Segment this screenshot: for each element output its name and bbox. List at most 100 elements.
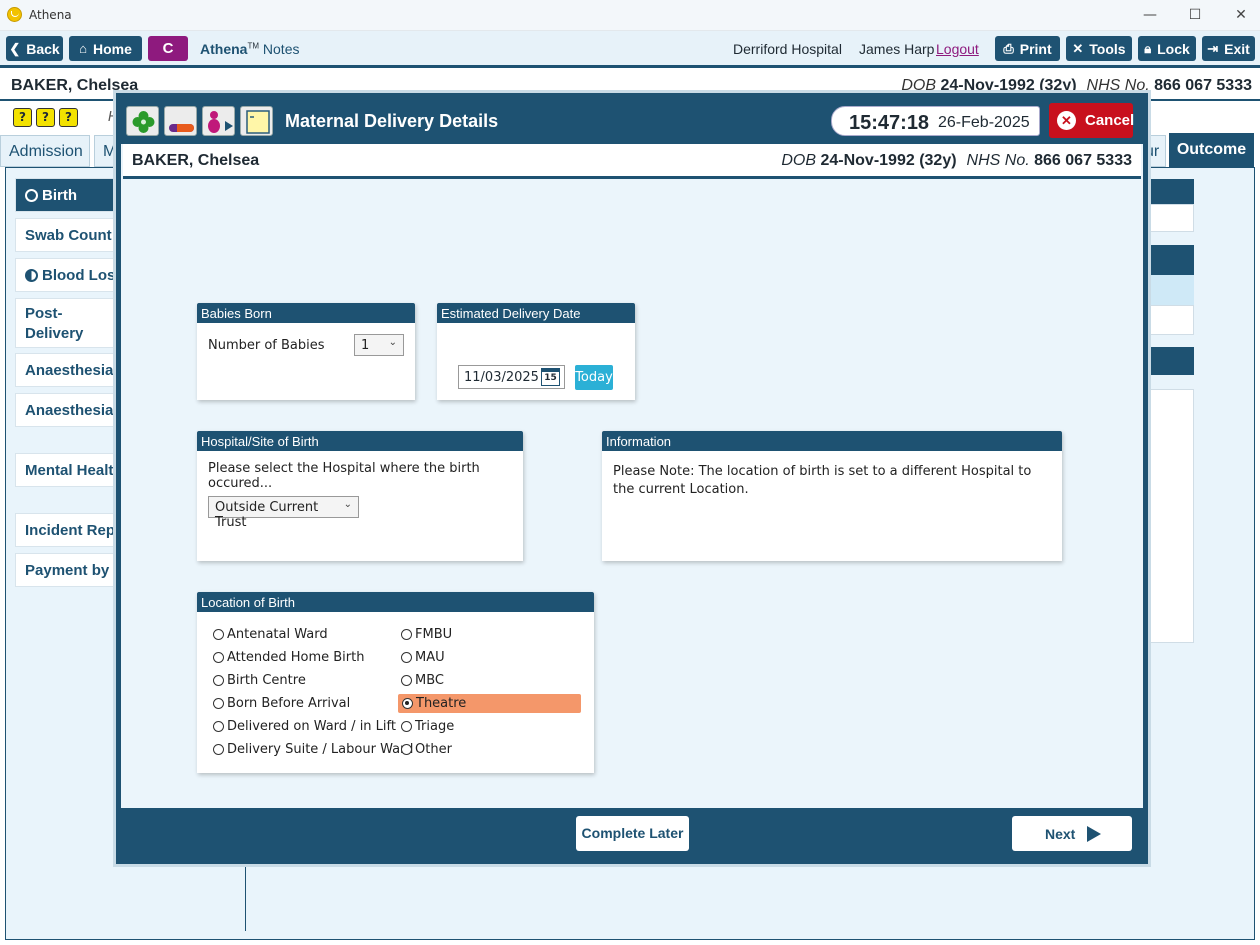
cancel-button[interactable]: ✕ Cancel <box>1049 103 1134 138</box>
user-name: James Harp <box>859 41 935 57</box>
arrow-right-icon <box>1087 826 1101 842</box>
minimize-button[interactable]: — <box>1139 5 1161 25</box>
panel-header: Location of Birth <box>197 592 594 612</box>
home-button[interactable]: ⌂ Home <box>69 36 142 61</box>
location-option-mbc[interactable]: MBC <box>401 671 444 690</box>
help-list-icon[interactable]: ? <box>13 108 32 127</box>
help-icon[interactable]: ? <box>36 108 55 127</box>
radio-icon <box>401 675 412 686</box>
radio-icon <box>213 744 224 755</box>
today-button[interactable]: Today <box>575 365 613 390</box>
maximize-button[interactable]: ☐ <box>1184 5 1206 25</box>
sidebar-item-anaesthesia-f[interactable]: Anaesthesia F <box>15 393 125 427</box>
patient-details: DOB 24-Nov-1992 (32y) NHS No. 866 067 533… <box>781 152 1132 169</box>
location-option-theatre[interactable]: Theatre <box>398 694 581 713</box>
tools-button[interactable]: ✕ Tools <box>1066 36 1132 61</box>
current-date: 26-Feb-2025 <box>938 114 1030 131</box>
radio-icon <box>401 721 412 732</box>
clock-display: 15:47:18 26-Feb-2025 <box>831 106 1040 136</box>
sidebar-item-incident-report[interactable]: Incident Repo <box>15 513 125 547</box>
lock-button[interactable]: 🔒︎ Lock <box>1138 36 1196 61</box>
home-icon: ⌂ <box>79 41 87 56</box>
estimated-delivery-date-input[interactable]: 11/03/2025 15 <box>458 365 565 389</box>
bg-panel-header <box>1146 179 1194 204</box>
location-option-antenatal-ward[interactable]: Antenatal Ward <box>213 625 328 644</box>
location-option-birth-centre[interactable]: Birth Centre <box>213 671 306 690</box>
divider <box>245 858 246 931</box>
lock-icon: 🔒︎ <box>1144 40 1152 56</box>
sidebar-item-blood-loss[interactable]: Blood Loss <box>15 258 125 292</box>
bg-panel-body <box>1146 204 1194 232</box>
hospital-site-select[interactable]: Outside Current Trust ⌄ <box>208 496 359 530</box>
radio-icon <box>401 744 412 755</box>
bg-panel-header <box>1146 245 1194 275</box>
sidebar-item-anaesthesia-in[interactable]: Anaesthesia In <box>15 353 125 387</box>
location-option-attended-home-birth[interactable]: Attended Home Birth <box>213 648 364 667</box>
chevron-down-icon: ⌄ <box>388 337 397 348</box>
patient-name: BAKER, Chelsea <box>132 152 260 169</box>
sidebar-item-mental-health[interactable]: Mental Health <box>15 453 125 487</box>
complete-later-button[interactable]: Complete Later <box>576 816 689 851</box>
quick-icons: ? ? ? <box>13 108 78 127</box>
location-option-mau[interactable]: MAU <box>401 648 445 667</box>
status-partial-icon <box>25 269 38 282</box>
tab-outcome[interactable]: Outcome <box>1169 133 1254 167</box>
chevron-left-icon: ❮ <box>9 40 21 56</box>
help-icon[interactable]: ? <box>59 108 78 127</box>
notes-icon[interactable] <box>240 106 273 136</box>
information-text: Please Note: The location of birth is se… <box>613 464 1032 497</box>
app-logo-icon <box>7 7 22 22</box>
maternal-delivery-modal: Maternal Delivery Details 15:47:18 26-Fe… <box>116 93 1148 864</box>
location-option-triage[interactable]: Triage <box>401 717 454 736</box>
information-panel: Information Please Note: The location of… <box>602 431 1062 561</box>
current-time: 15:47:18 <box>849 112 930 134</box>
exit-icon: ⇥ <box>1207 40 1219 56</box>
panel-header: Information <box>602 431 1062 451</box>
sidebar-item-birth[interactable]: Birth <box>15 178 125 212</box>
modal-title: Maternal Delivery Details <box>285 111 499 131</box>
panel-header: Estimated Delivery Date <box>437 303 635 323</box>
number-of-babies-select[interactable]: 1 ⌄ <box>354 334 404 356</box>
location-option-delivered-on-ward[interactable]: Delivered on Ward / in Lift <box>213 717 396 736</box>
radio-selected-icon <box>402 698 413 709</box>
panel-header: Babies Born <box>197 303 415 323</box>
clover-icon[interactable] <box>126 106 159 136</box>
print-button[interactable]: ⎙ Print <box>995 36 1060 61</box>
location-option-fmbu[interactable]: FMBU <box>401 625 452 644</box>
logout-link[interactable]: Logout <box>936 41 979 57</box>
radio-icon <box>401 629 412 640</box>
estimated-delivery-date-panel: Estimated Delivery Date 11/03/2025 15 To… <box>437 303 635 400</box>
radio-icon <box>213 721 224 732</box>
calendar-icon[interactable]: 15 <box>541 368 560 386</box>
chevron-down-icon: ⌄ <box>343 499 352 510</box>
location-option-born-before-arrival[interactable]: Born Before Arrival <box>213 694 350 713</box>
modal-header: Maternal Delivery Details 15:47:18 26-Fe… <box>121 98 1143 144</box>
sidebar-item-swab-count[interactable]: Swab Count <box>15 218 125 252</box>
close-window-button[interactable]: ✕ <box>1230 5 1252 25</box>
radio-icon <box>213 675 224 686</box>
back-button[interactable]: ❮ Back <box>6 36 63 61</box>
mother-baby-icon[interactable] <box>202 106 235 136</box>
location-option-other[interactable]: Other <box>401 740 452 759</box>
radio-icon <box>213 698 224 709</box>
modal-footer: Complete Later Next <box>121 808 1143 859</box>
tools-icon: ✕ <box>1072 40 1084 56</box>
sidebar-item-payment-by-results[interactable]: Payment by R <box>15 553 125 587</box>
bg-panel-row-highlight <box>1146 275 1194 305</box>
close-circle-icon: ✕ <box>1057 111 1076 130</box>
sidebar-item-post-delivery-notes[interactable]: Post-Delivery Notes <box>15 298 125 348</box>
medication-capsule-icon[interactable] <box>164 106 197 136</box>
window-title: Athena <box>29 8 72 22</box>
bg-panel-row <box>1146 305 1194 335</box>
exit-button[interactable]: ⇥ Exit <box>1202 36 1255 61</box>
bg-panel-header <box>1146 347 1194 375</box>
hospital-select-prompt: Please select the Hospital where the bir… <box>208 461 480 491</box>
location-of-birth-panel: Location of Birth Antenatal Ward Attende… <box>197 592 594 773</box>
modal-patient-banner: BAKER, Chelsea DOB 24-Nov-1992 (32y) NHS … <box>123 144 1141 179</box>
hospital-site-panel: Hospital/Site of Birth Please select the… <box>197 431 523 561</box>
context-badge[interactable]: C <box>148 36 188 61</box>
location-option-delivery-suite[interactable]: Delivery Suite / Labour Ward <box>213 740 413 759</box>
next-button[interactable]: Next <box>1012 816 1132 851</box>
tab-admission[interactable]: Admission <box>0 135 90 167</box>
app-name: AthenaTM Notes <box>200 41 300 57</box>
